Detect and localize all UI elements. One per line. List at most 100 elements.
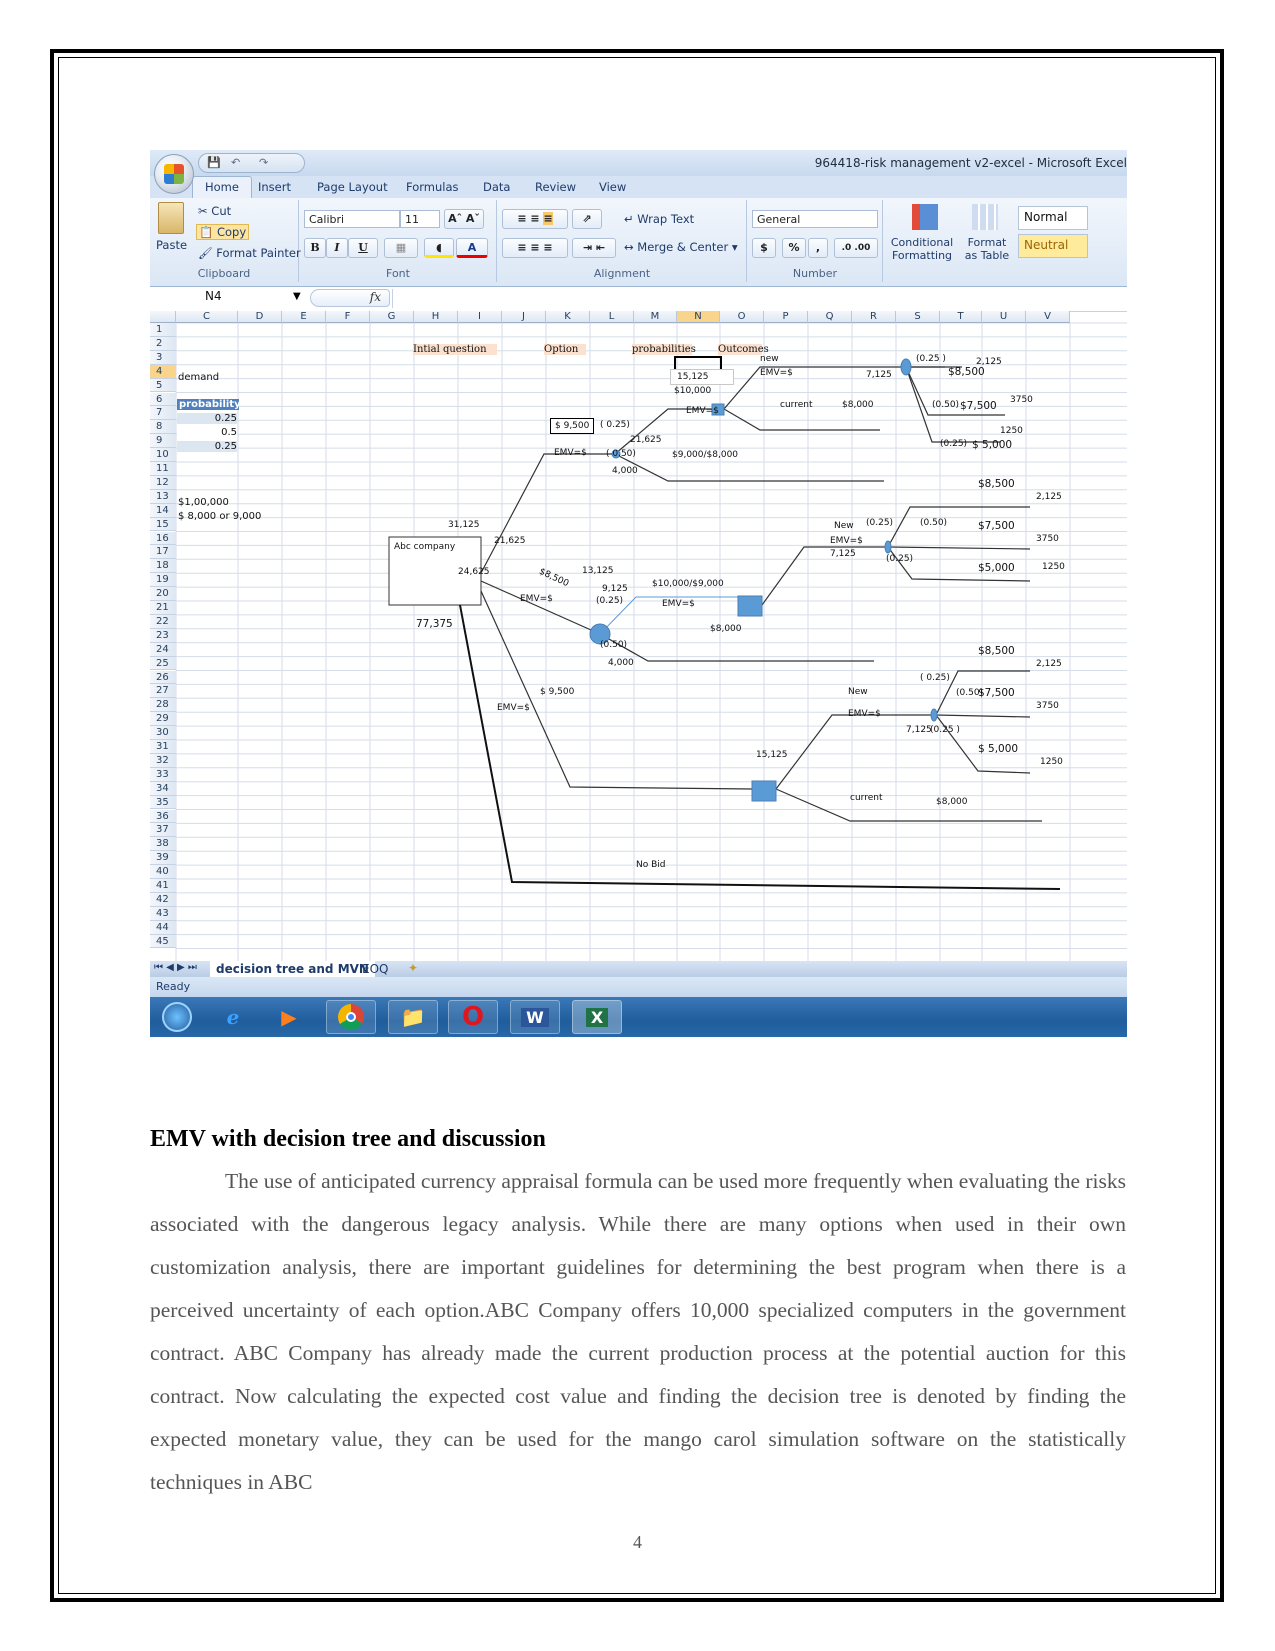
sheet-tab-decision-tree[interactable]: decision tree and MVN: [210, 961, 375, 977]
style-neutral[interactable]: Neutral: [1018, 234, 1088, 258]
insert-sheet-icon[interactable]: ✦: [408, 961, 418, 975]
vertical-align-buttons[interactable]: ≡ ≡ ≡: [502, 209, 568, 229]
merge-center-button[interactable]: ↔ Merge & Center ▾: [624, 240, 738, 254]
tree-label-s10000-9000: $10,000/$9,000: [652, 579, 724, 589]
tree-label-new-c: New: [848, 687, 868, 697]
tree-label-p025-d: (0.25): [596, 596, 624, 606]
orientation-button[interactable]: ⇗: [572, 209, 602, 229]
decision-node-lower[interactable]: [751, 780, 777, 802]
worksheet-grid[interactable]: CDEFGHIJKLMNOPQRSTUV 1 2 3 4 5 6 7 8 9 10 11 12 13 14…: [150, 311, 1127, 961]
file-explorer-icon[interactable]: 📁: [388, 1000, 438, 1034]
tree-label-p050-b: (0.50): [932, 400, 960, 410]
style-normal[interactable]: Normal: [1018, 206, 1088, 230]
undo-icon[interactable]: ↶: [231, 156, 240, 169]
quick-access-toolbar: 💾 ↶ ↷: [198, 153, 305, 173]
name-box[interactable]: N4: [150, 289, 330, 308]
fill-color-button[interactable]: ◖: [424, 238, 454, 258]
tree-label-no-bid: No Bid: [636, 860, 666, 870]
tree-label-s5000-b: $5,000: [978, 562, 1015, 574]
paste-button[interactable]: Paste: [156, 238, 187, 252]
office-button[interactable]: [154, 154, 194, 194]
tree-label-s7500-b: $7,500: [978, 520, 1015, 532]
save-icon[interactable]: 💾: [207, 156, 221, 169]
chance-node-mid-right[interactable]: [884, 540, 892, 554]
chance-node-top-right[interactable]: [900, 358, 912, 376]
tab-page-layout[interactable]: Page Layout: [317, 180, 388, 194]
paste-icon[interactable]: [158, 202, 184, 234]
font-color-button[interactable]: A: [456, 238, 488, 258]
font-group: Calibri 11 Aˆ Aˇ B I U ▦ ◖ A Font: [300, 200, 497, 282]
font-name-select[interactable]: Calibri: [304, 210, 400, 228]
branch-no-bid: [459, 604, 1061, 890]
conditional-formatting-button[interactable]: Conditional Formatting: [890, 236, 954, 262]
font-grow-shrink-buttons[interactable]: Aˆ Aˇ: [444, 209, 484, 229]
format-painter-button[interactable]: 🖌 Format Painter: [198, 246, 301, 260]
excel-icon[interactable]: X: [572, 1000, 622, 1034]
decimal-buttons[interactable]: .0 .00: [834, 238, 878, 258]
branch-new-mid: [761, 546, 888, 606]
internet-explorer-icon[interactable]: e: [208, 1000, 258, 1034]
branch-prob-050-top: [614, 453, 884, 482]
tree-label-emv-d: EMV=$: [662, 599, 695, 609]
word-icon[interactable]: W: [510, 1000, 560, 1034]
formula-input[interactable]: [392, 289, 1127, 308]
tree-label-v21625-a: 21,625: [494, 536, 526, 546]
name-box-dropdown-icon[interactable]: ▼: [293, 291, 301, 302]
comma-button[interactable]: ,: [808, 238, 828, 258]
tree-label-v13125: 13,125: [582, 566, 614, 576]
cut-button[interactable]: ✂ Cut: [198, 204, 231, 218]
percent-button[interactable]: %: [782, 238, 806, 258]
tree-label-s8500-b: $8,500: [978, 478, 1015, 490]
start-orb-icon[interactable]: [152, 1000, 202, 1034]
font-group-label: Font: [386, 267, 410, 280]
copy-label: Copy: [216, 225, 247, 239]
wrap-text-button[interactable]: ↵ Wrap Text: [624, 212, 694, 226]
tab-review[interactable]: Review: [535, 180, 576, 194]
branch-current-top: [723, 408, 880, 431]
branch-prob-050-mid: [599, 633, 874, 662]
redo-icon[interactable]: ↷: [259, 156, 268, 169]
title-bar: 💾 ↶ ↷ 964418-risk management v2-excel - …: [150, 150, 1127, 176]
horizontal-align-buttons[interactable]: ≡ ≡ ≡: [502, 238, 568, 258]
tree-label-p050-c: (0.50): [600, 640, 628, 650]
tree-label-p025-a: ( 0.25): [600, 420, 630, 430]
media-player-icon[interactable]: ▶: [264, 1000, 314, 1034]
decision-node-mid[interactable]: [737, 595, 763, 617]
conditional-formatting-icon: [912, 204, 938, 230]
sheet-nav-arrows[interactable]: ⏮ ◀ ▶ ⏭: [154, 962, 197, 973]
copy-button[interactable]: 📋 Copy: [196, 224, 250, 240]
italic-button[interactable]: I: [326, 238, 348, 258]
tab-insert[interactable]: Insert: [258, 180, 291, 194]
tree-label-p025-b: (0.25 ): [916, 354, 946, 364]
number-format-select[interactable]: General: [752, 210, 878, 228]
tab-formulas[interactable]: Formulas: [406, 180, 459, 194]
tab-data[interactable]: Data: [483, 180, 510, 194]
tree-label-emv-new-c: EMV=$: [848, 709, 881, 719]
opera-icon[interactable]: O: [448, 1000, 498, 1034]
bold-button[interactable]: B: [304, 238, 326, 258]
borders-button[interactable]: ▦: [384, 238, 418, 258]
tree-label-root-total: 77,375: [416, 618, 453, 630]
tree-label-bid-9500-diag: $ 9,500: [540, 687, 575, 697]
scissors-icon: ✂: [198, 204, 208, 218]
tree-label-new-a: new: [760, 354, 779, 364]
format-as-table-button[interactable]: Format as Table: [960, 236, 1014, 262]
tree-label-v2125-a: 2,125: [976, 357, 1002, 367]
tree-label-v7125-a: 7,125: [866, 370, 892, 380]
insert-function-button[interactable]: fx: [310, 289, 390, 307]
chrome-icon[interactable]: [326, 1000, 376, 1034]
tree-label-v21625-b: 21,625: [630, 435, 662, 445]
indent-buttons[interactable]: ⇥ ⇤: [572, 238, 616, 258]
brush-icon: 🖌: [198, 246, 213, 260]
currency-button[interactable]: $: [752, 238, 776, 258]
styles-group: Conditional Formatting Format as Table N…: [884, 200, 1127, 282]
tab-home[interactable]: Home: [192, 176, 252, 198]
tab-view[interactable]: View: [599, 180, 626, 194]
underline-button[interactable]: U: [348, 238, 378, 258]
sheet-tab-eoq[interactable]: EOQ: [362, 962, 388, 976]
font-size-select[interactable]: 11: [400, 210, 440, 228]
status-text: Ready: [156, 980, 191, 993]
tree-label-v10000: $10,000: [674, 386, 712, 396]
ribbon-tabs: Home Insert Page Layout Formulas Data Re…: [150, 176, 1127, 198]
chance-node-lower-right[interactable]: [930, 708, 938, 722]
